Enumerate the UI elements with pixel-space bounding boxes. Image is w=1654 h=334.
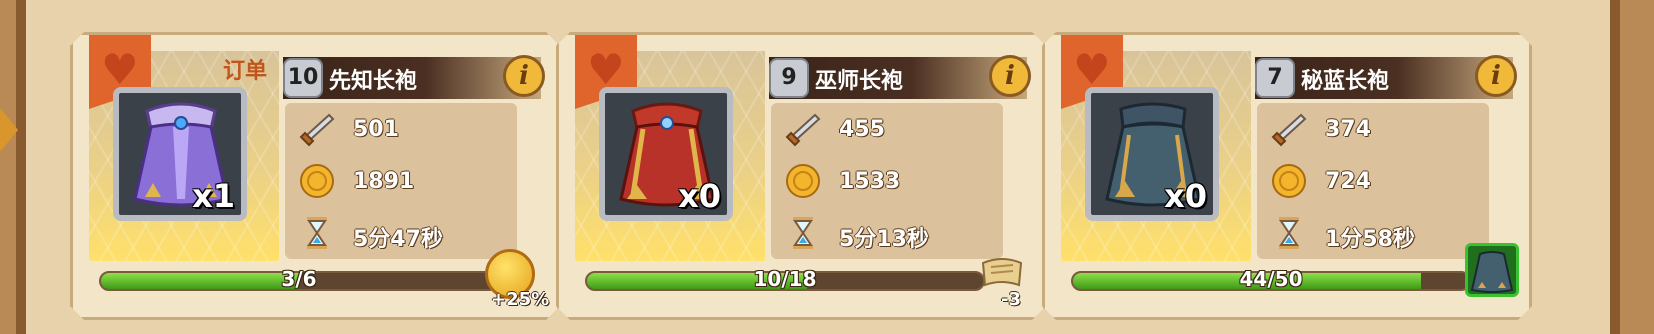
attack-value: 455 <box>839 117 885 142</box>
info-icon[interactable]: i <box>1475 55 1517 97</box>
level-badge: 7 <box>1255 58 1295 98</box>
item-stats: 455 1533 5分13秒 <box>771 103 1003 259</box>
gold-coin-icon <box>785 163 821 199</box>
scroll-icon <box>977 253 1027 291</box>
gold-value: 724 <box>1325 169 1371 194</box>
info-icon[interactable]: i <box>503 55 545 97</box>
item-stats: 501 1891 5分47秒 <box>285 103 517 259</box>
time-value: 5分13秒 <box>839 227 929 252</box>
gold-value: 1891 <box>353 169 415 194</box>
progress-text: 3/6 <box>281 267 317 291</box>
item-slot[interactable]: x1 <box>113 87 247 221</box>
gold-coin-icon <box>299 163 335 199</box>
item-slot[interactable]: x0 <box>1085 87 1219 221</box>
item-count: x1 <box>192 177 235 215</box>
sword-icon <box>785 111 821 147</box>
item-count: x0 <box>1164 177 1207 215</box>
item-stats: 374 724 1分58秒 <box>1257 103 1489 259</box>
item-name: 秘蓝长袍 <box>1301 69 1390 94</box>
hourglass-icon <box>299 215 335 251</box>
item-title-bar: 7 秘蓝长袍 i <box>1255 57 1513 99</box>
level-badge: 9 <box>769 58 809 98</box>
progress-text: 10/18 <box>753 267 817 291</box>
item-count: x0 <box>678 177 721 215</box>
gold-coin-icon <box>1271 163 1307 199</box>
item-name: 先知长袍 <box>329 69 418 94</box>
hourglass-icon <box>785 215 821 251</box>
item-title-bar: 9 巫师长袍 i <box>769 57 1027 99</box>
bonus-text: -3 <box>1001 289 1021 310</box>
item-card-wizard-robe[interactable]: ♥ x0 9 巫师长袍 i 455 1533 5分13秒 10/18 -3 <box>556 32 1046 320</box>
progress-text: 44/50 <box>1239 267 1303 291</box>
item-name: 巫师长袍 <box>815 69 904 94</box>
mini-blue-robe-icon <box>1465 243 1519 297</box>
hourglass-icon <box>1271 215 1307 251</box>
info-icon[interactable]: i <box>989 55 1031 97</box>
order-label: 订单 <box>223 59 268 84</box>
sword-icon <box>299 111 335 147</box>
bonus-text: +25% <box>491 289 550 310</box>
time-value: 1分58秒 <box>1325 227 1415 252</box>
sword-icon <box>1271 111 1307 147</box>
item-card-arcane-blue-robe[interactable]: ♥ x0 7 秘蓝长袍 i 374 724 1分58秒 44/50 <box>1042 32 1532 320</box>
gold-value: 1533 <box>839 169 901 194</box>
item-title-bar: 10 先知长袍 i <box>283 57 541 99</box>
item-slot[interactable]: x0 <box>599 87 733 221</box>
attack-value: 501 <box>353 117 399 142</box>
item-card-prophet-robe[interactable]: ♥ 订单 x1 10 先知长袍 i 501 1891 5分47秒 3/6 +25… <box>70 32 560 320</box>
attack-value: 374 <box>1325 117 1371 142</box>
time-value: 5分47秒 <box>353 227 443 252</box>
level-badge: 10 <box>283 58 323 98</box>
crafting-panel: ♥ 订单 x1 10 先知长袍 i 501 1891 5分47秒 3/6 +25… <box>16 0 1620 334</box>
